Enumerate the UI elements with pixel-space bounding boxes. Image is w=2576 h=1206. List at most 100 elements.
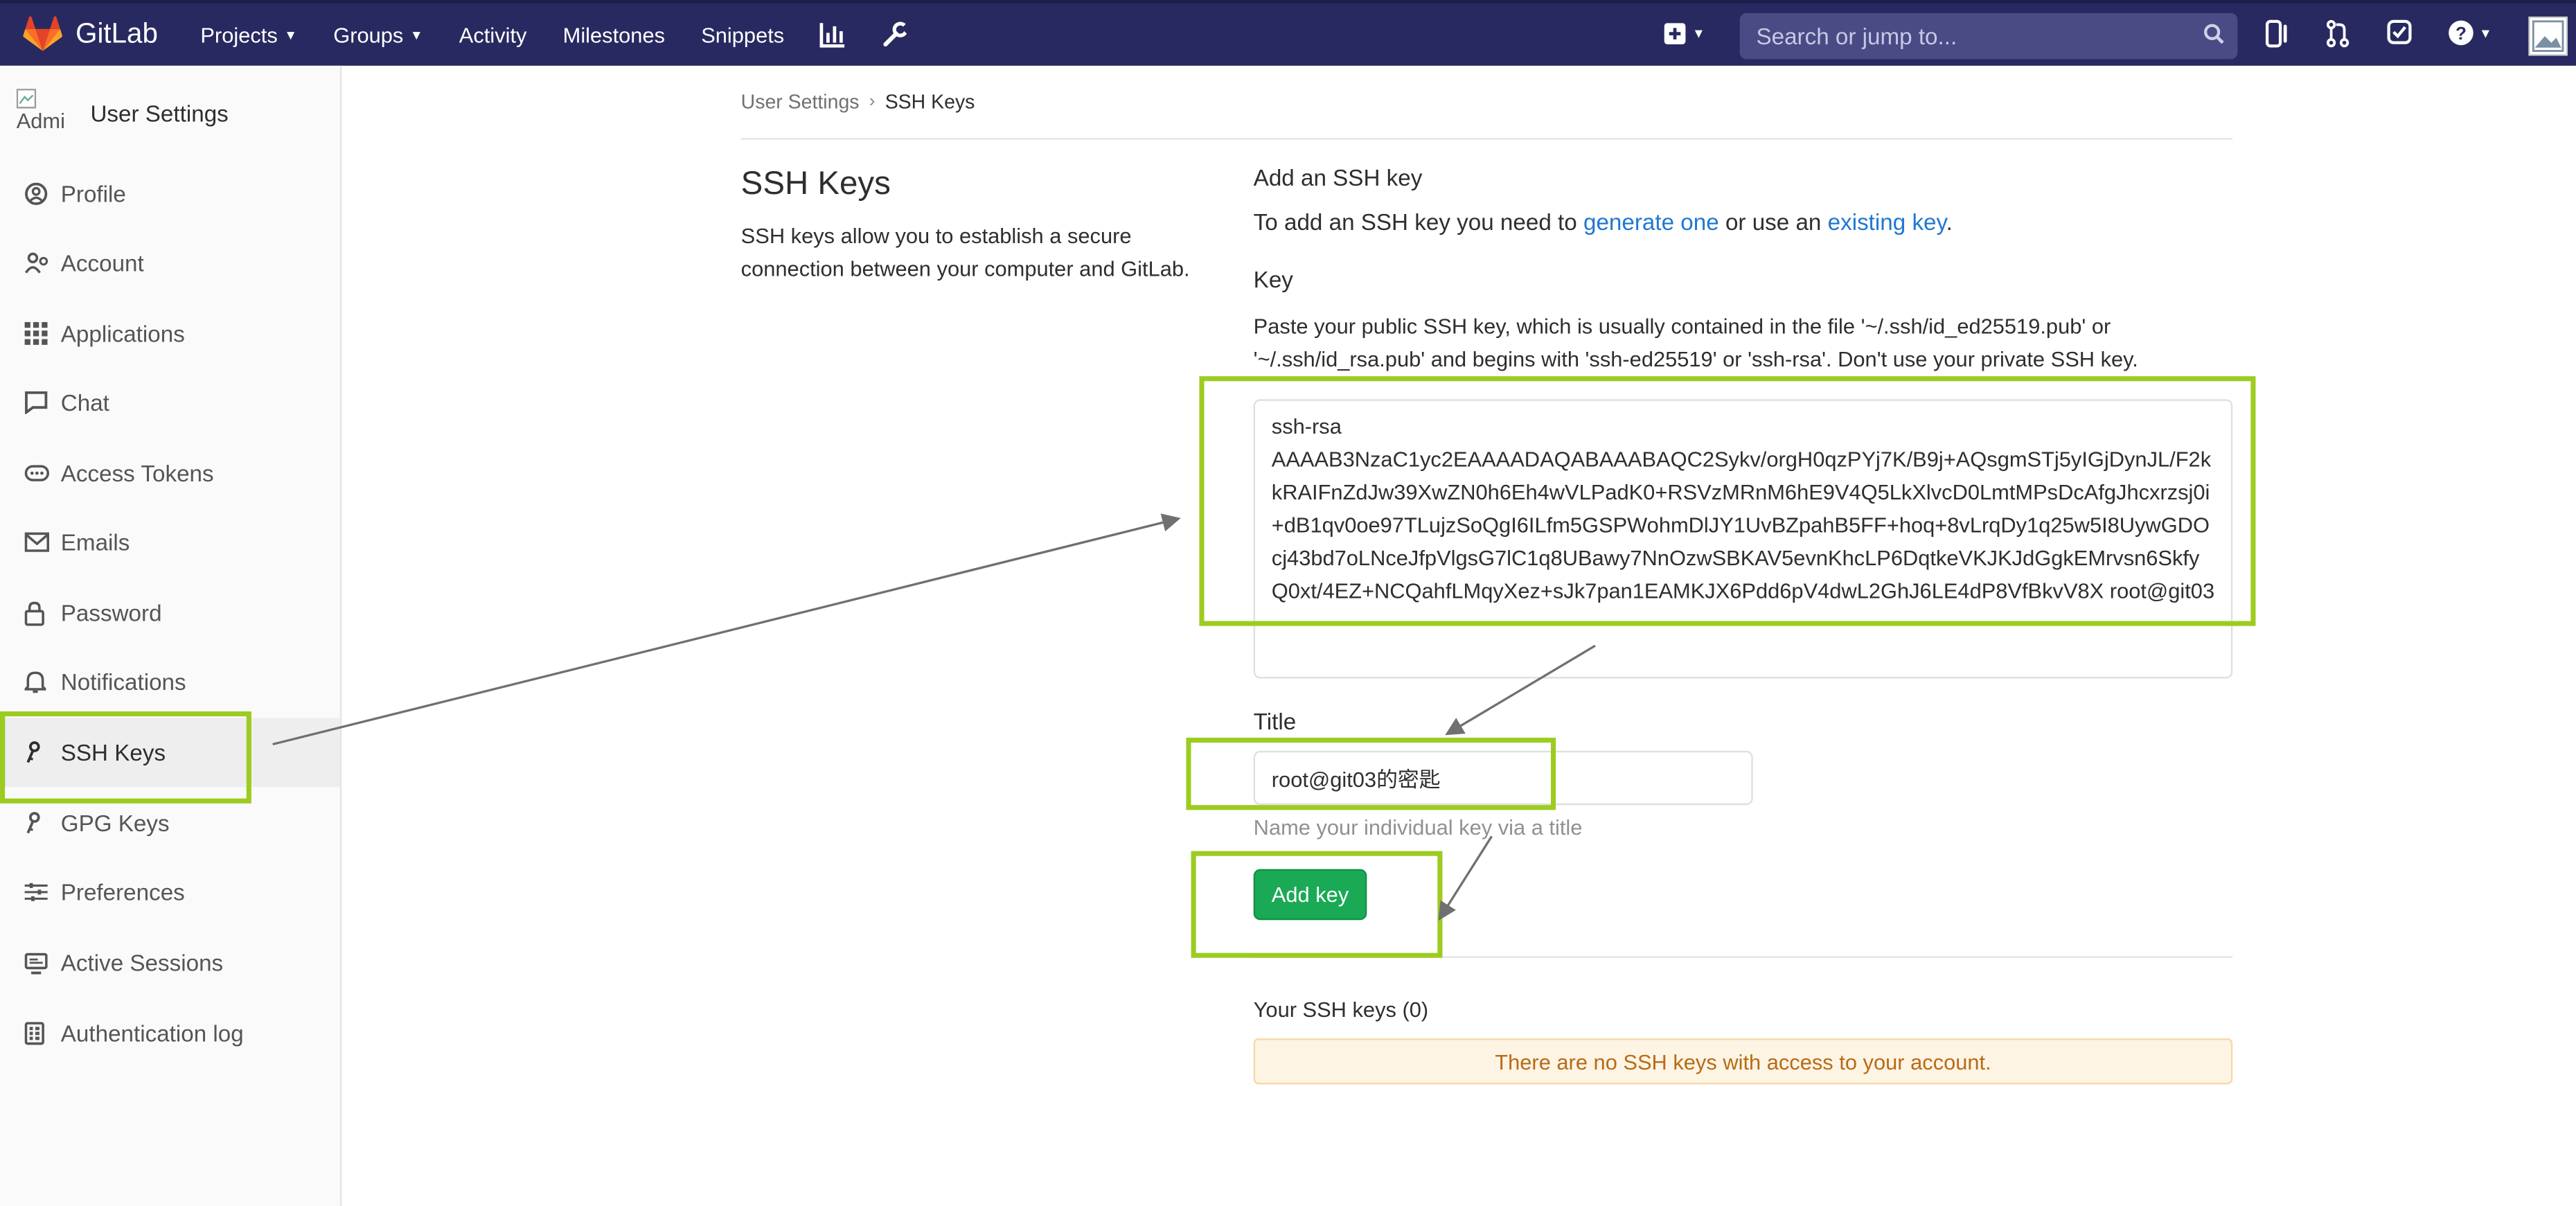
monitor-icon [24,952,61,974]
nav-milestones[interactable]: Milestones [563,22,665,47]
sidebar-item-label: Account [60,249,144,276]
chevron-down-icon: ▼ [1691,26,1705,42]
main-nav: Projects ▼ Groups ▼ Activity Milestones Sn… [200,3,909,66]
broken-image-icon [16,89,37,109]
arrow-to-add-button [1438,835,1493,921]
divider [1253,956,2233,958]
sidebar-item-label: Access Tokens [60,460,214,487]
lock-icon [24,601,61,626]
sliders-icon [24,883,61,902]
sidebar-item-label: Preferences [60,878,185,905]
breadcrumb-current: SSH Keys [885,90,975,114]
add-text-after: . [1946,209,1953,236]
sidebar-item-label: Applications [60,320,185,347]
nav-snippets-label: Snippets [701,22,785,47]
existing-key-link[interactable]: existing key [1828,209,1946,235]
nav-analytics[interactable] [820,21,846,48]
title-label: Title [1253,708,1297,735]
sidebar-title: User Settings [90,100,229,127]
key-icon [25,741,61,764]
search-input[interactable] [1752,21,2187,51]
sidebar-item-gpg-keys[interactable]: GPG Keys [0,788,340,858]
sidebar-item-chat[interactable]: Chat [0,368,340,437]
gitlab-tanuki-icon [23,16,62,51]
issues-button[interactable] [2265,19,2289,48]
key-help-text: Paste your public SSH key, which is usua… [1253,314,2138,372]
avatar: Admi [16,89,75,141]
sidebar-item-label: Password [60,599,162,626]
nav-projects-label: Projects [200,22,278,47]
add-text-before: To add an SSH key you need to [1253,209,1583,236]
add-ssh-key-text: To add an SSH key you need to generate o… [1254,209,1953,235]
key-value-body: AAAAB3NzaC1yc2EAAAADAQABAAABAQC2Sykv/org… [1271,447,2215,603]
help-dropdown[interactable]: ? ▼ [2448,19,2492,46]
your-ssh-keys-heading: Your SSH keys (0) [1253,997,1429,1022]
sidebar-item-account[interactable]: Account [0,229,340,298]
search-box[interactable] [1739,12,2238,60]
sidebar-item-authentication-log[interactable]: Authentication log [0,999,340,1068]
breadcrumb: User Settings › SSH Keys [741,90,975,113]
sidebar-item-ssh-keys[interactable]: SSH Keys [0,718,340,788]
sidebar-item-password[interactable]: Password [0,578,340,648]
add-ssh-key-heading: Add an SSH key [1253,164,1423,191]
no-keys-alert: There are no SSH keys with access to you… [1253,1038,2233,1085]
log-icon [24,1022,61,1045]
page-title: SSH Keys [740,166,891,202]
breadcrumb-user-settings[interactable]: User Settings [741,90,860,113]
sidebar-item-notifications[interactable]: Notifications [0,647,340,716]
key-textarea[interactable]: ssh-rsa AAAAB3NzaC1yc2EAAAADAQABAAABAQC2… [1253,399,2233,679]
sidebar-item-access-tokens[interactable]: Access Tokens [0,438,340,508]
avatar-image-icon [2528,16,2568,56]
sidebar-item-applications[interactable]: Applications [0,299,340,369]
gitlab-logo[interactable]: GitLab [23,16,158,53]
nav-activity[interactable]: Activity [459,22,527,47]
avatar-alt-text: Admi [16,108,65,134]
profile-icon [25,182,61,206]
sidebar-item-label: SSH Keys [60,739,166,766]
chevron-down-icon: ▼ [409,27,423,42]
nav-projects[interactable]: Projects ▼ [200,22,297,47]
chevron-down-icon: ▼ [2479,25,2492,41]
issues-icon [2265,19,2287,48]
help-icon: ? [2449,20,2473,46]
sidebar-item-active-sessions[interactable]: Active Sessions [0,928,340,997]
wrench-icon [884,21,909,47]
key-value-line1: ssh-rsa [1271,414,1342,439]
chevron-right-icon: › [869,91,876,112]
generate-one-link[interactable]: generate one [1583,209,1719,235]
title-input[interactable] [1253,750,1753,806]
sidebar-item-emails[interactable]: Emails [0,508,340,577]
sidebar-item-label: Chat [60,389,109,416]
account-icon [24,251,61,274]
bar-chart-icon [820,23,845,48]
sidebar-item-label: Notifications [60,668,186,695]
nav-snippets[interactable]: Snippets [701,22,784,47]
title-hint: Name your individual key via a title [1253,815,1583,840]
todos-button[interactable] [2387,19,2412,44]
bell-icon [24,671,61,693]
todo-check-icon [2387,19,2412,44]
add-key-button[interactable]: Add key [1253,869,1367,921]
sidebar-item-profile[interactable]: Profile [0,159,340,229]
mail-icon [24,532,61,552]
sidebar-header[interactable]: Admi User Settings [16,89,229,141]
chat-icon [25,391,61,414]
sidebar-item-label: Emails [60,529,130,556]
applications-icon [24,321,61,345]
key-label: Key [1253,266,1293,293]
key-icon [25,812,61,835]
sidebar-item-preferences[interactable]: Preferences [0,858,340,927]
merge-request-icon [2326,19,2350,48]
plus-square-icon [1664,23,1686,45]
nav-groups[interactable]: Groups ▼ [333,22,423,47]
add-text-middle: or use an [1718,209,1828,236]
new-item-dropdown[interactable]: ▼ [1664,23,1705,45]
top-navbar: GitLab Projects ▼ Groups ▼ Activity Milest… [0,0,2576,66]
user-avatar-menu[interactable] [2528,16,2568,56]
search-icon [2203,23,2225,53]
merge-requests-button[interactable] [2326,19,2350,48]
svg-text:?: ? [2455,23,2467,44]
nav-milestones-label: Milestones [562,22,666,47]
nav-admin[interactable] [883,21,909,48]
nav-groups-label: Groups [333,22,404,47]
